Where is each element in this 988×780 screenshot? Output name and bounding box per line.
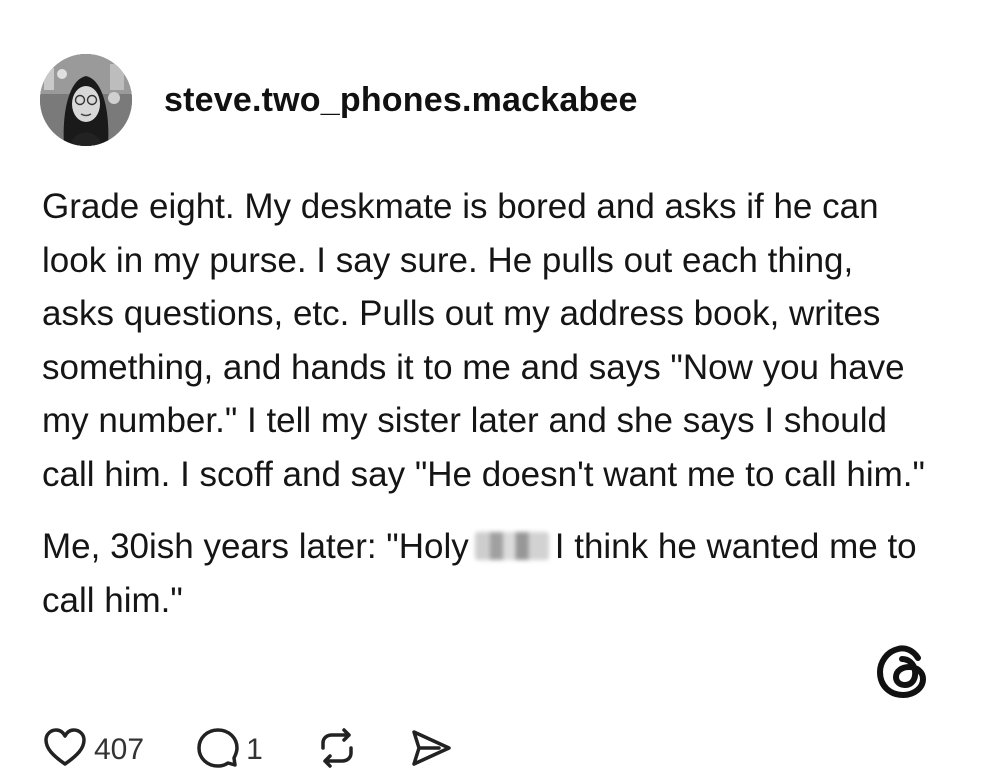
repost-icon [315,726,359,775]
post-header: steve.two_phones.mackabee [40,54,638,146]
post-paragraph-1: Grade eight. My deskmate is bored and as… [42,187,925,494]
reply-count: 1 [246,733,263,766]
paragraph-2-start: Me, 30ish years later: "Holy [42,527,469,566]
post-paragraph-2: Me, 30ish years later: "Holy I think he w… [42,520,932,627]
reply-button[interactable]: 1 [196,726,263,775]
post-body: Grade eight. My deskmate is bored and as… [42,180,932,627]
username[interactable]: steve.two_phones.mackabee [164,81,638,120]
threads-post: steve.two_phones.mackabee Grade eight. M… [0,0,988,780]
like-button[interactable]: 407 [42,725,144,776]
heart-icon [42,725,88,776]
send-icon [409,726,453,775]
threads-logo-icon [872,638,936,702]
like-count: 407 [94,733,145,766]
share-button[interactable] [409,726,453,775]
comment-bubble-icon [196,726,240,775]
repost-button[interactable] [315,726,359,775]
action-bar: 407 1 [42,724,453,776]
censored-word [474,532,549,560]
avatar[interactable] [40,54,132,146]
